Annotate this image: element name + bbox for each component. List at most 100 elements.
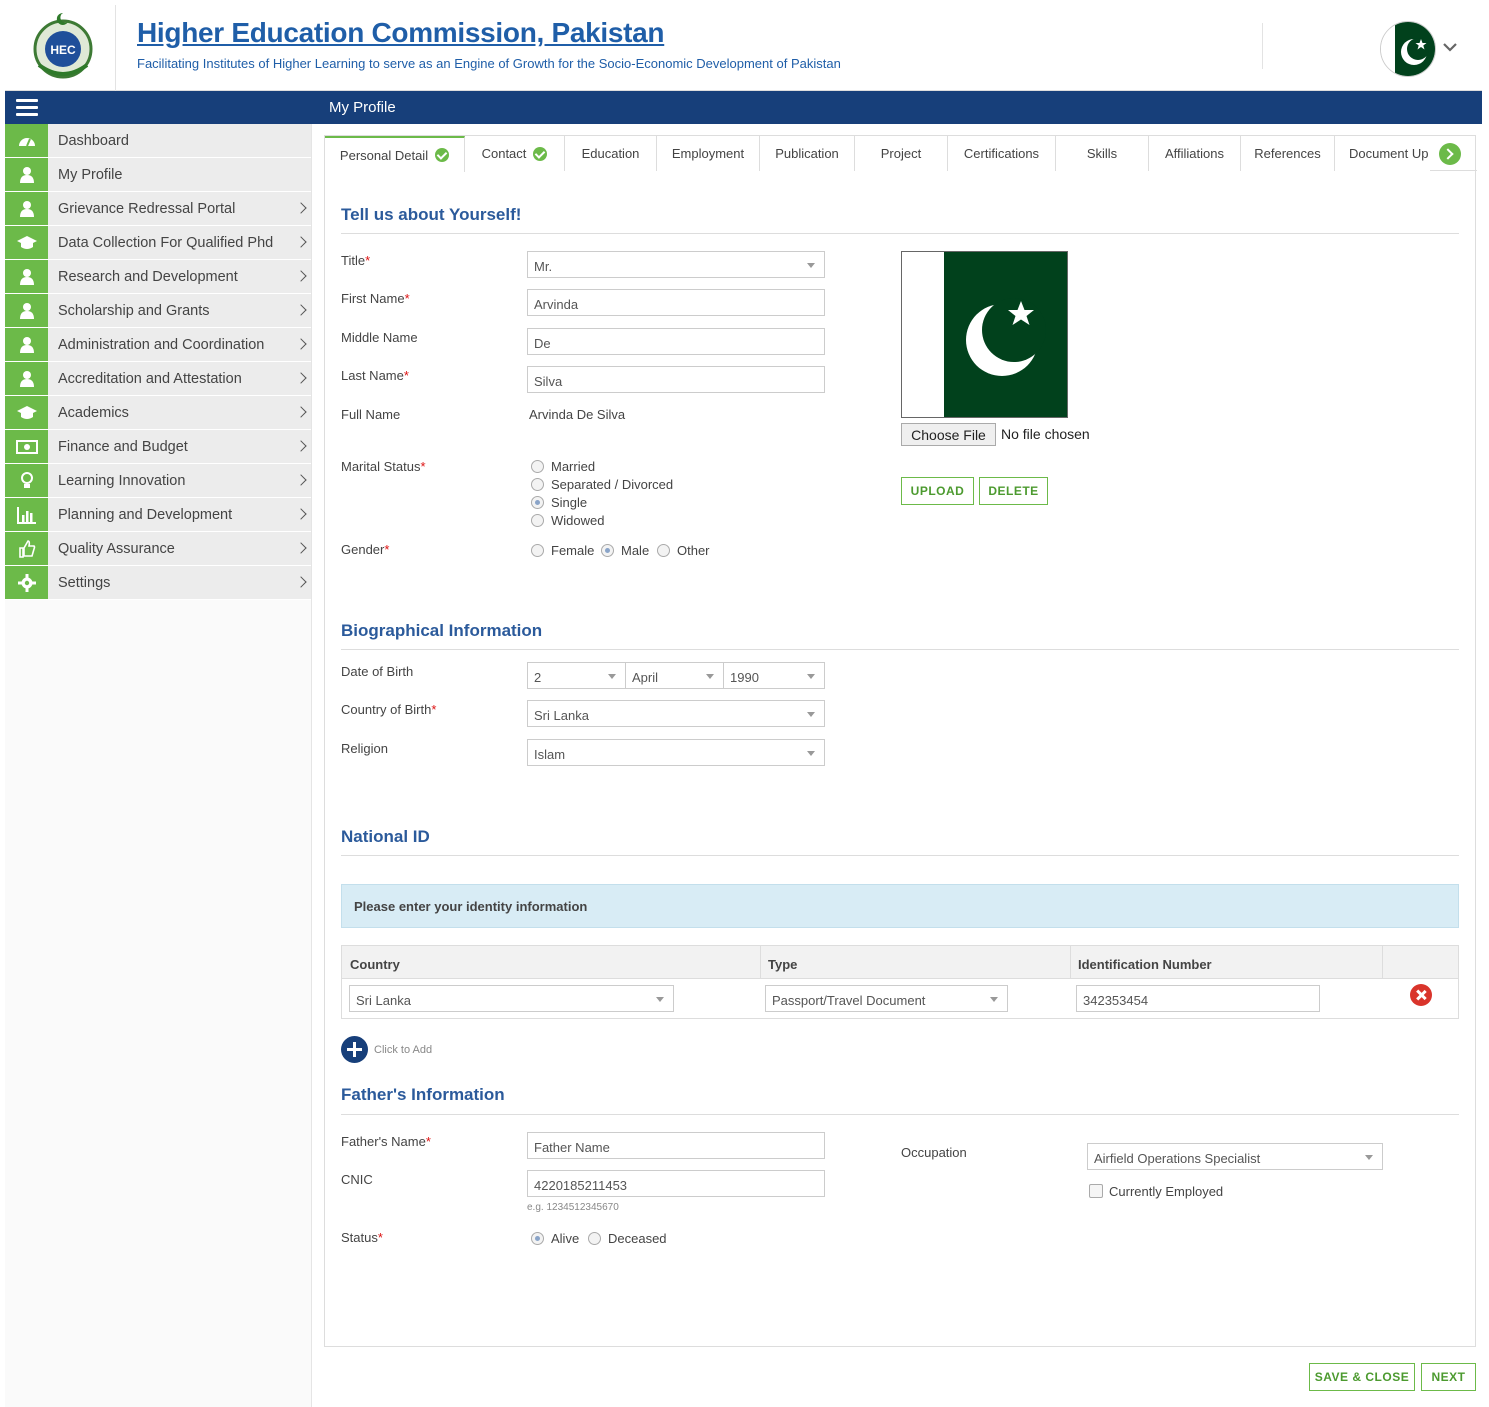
delete-button[interactable]: DELETE (979, 477, 1048, 505)
marital-radio-married[interactable] (531, 460, 544, 473)
marital-radio-separated-divorced[interactable] (531, 478, 544, 491)
page-title: My Profile (329, 99, 396, 116)
section-father-heading: Father's Information (341, 1085, 505, 1104)
marital-status-label: Marital Status* (341, 459, 426, 474)
remove-row-icon[interactable] (1410, 984, 1432, 1006)
identity-country-select[interactable]: Sri Lanka (349, 985, 674, 1012)
identity-type-select[interactable]: Passport/Travel Document (765, 985, 1008, 1012)
sidebar-item-my-profile[interactable]: My Profile (5, 158, 311, 192)
cnic-input[interactable]: 4220185211453 (527, 1170, 825, 1197)
thumbs-up-icon (5, 532, 48, 565)
identity-info-banner: Please enter your identity information (341, 884, 1459, 928)
gender-radio-other[interactable] (657, 544, 670, 557)
identity-table: Country Type Identification Number Sri L… (341, 945, 1459, 1019)
full-name-value: Arvinda De Silva (529, 407, 626, 422)
dob-month-select[interactable]: April (625, 662, 724, 689)
click-to-add-link[interactable]: Click to Add (374, 1044, 432, 1056)
fstatus-radio-deceased[interactable] (588, 1232, 601, 1245)
sidebar-item-quality-assurance[interactable]: Quality Assurance (5, 532, 311, 566)
site-title-link[interactable]: Higher Education Commission, Pakistan (137, 17, 665, 49)
sidebar-item-label: Finance and Budget (58, 439, 188, 455)
father-name-input[interactable]: Father Name (527, 1132, 825, 1159)
next-button[interactable]: NEXT (1421, 1363, 1476, 1391)
tab-project[interactable]: Project (855, 136, 948, 171)
sidebar-item-academics[interactable]: Academics (5, 396, 311, 430)
sidebar-item-label: Dashboard (58, 133, 129, 149)
choose-file-button[interactable]: Choose File (901, 423, 996, 446)
chevron-down-icon[interactable] (1442, 39, 1458, 55)
sidebar-item-planning-and-development[interactable]: Planning and Development (5, 498, 311, 532)
gear-icon (5, 566, 48, 599)
tab-certifications[interactable]: Certifications (948, 136, 1056, 171)
tab-label: Certifications (963, 146, 1040, 161)
sidebar-item-dashboard[interactable]: Dashboard (5, 124, 311, 158)
money-icon (5, 430, 48, 463)
last-name-input[interactable]: Silva (527, 366, 825, 393)
middle-name-input[interactable]: De (527, 328, 825, 355)
chevron-right-icon (295, 202, 307, 214)
sidebar-item-settings[interactable]: Settings (5, 566, 311, 600)
title-select[interactable]: Mr. (527, 251, 825, 278)
sidebar-item-accreditation-and-attestation[interactable]: Accreditation and Attestation (5, 362, 311, 396)
chevron-right-icon (295, 406, 307, 418)
marital-radio-single[interactable] (531, 496, 544, 509)
pakistan-flag-icon (1381, 22, 1435, 76)
first-name-input[interactable]: Arvinda (527, 289, 825, 316)
sidebar-item-data-collection-for-qualified-phd[interactable]: Data Collection For Qualified Phd (5, 226, 311, 260)
tab-references[interactable]: References (1241, 136, 1335, 171)
tab-label: References (1254, 146, 1321, 161)
hamburger-menu-icon[interactable] (16, 99, 38, 117)
currently-employed-checkbox[interactable] (1089, 1184, 1103, 1198)
chevron-right-icon (295, 474, 307, 486)
sidebar-item-label: Scholarship and Grants (58, 303, 210, 319)
tab-label: Project (880, 146, 922, 161)
sidebar-item-grievance-redressal-portal[interactable]: Grievance Redressal Portal (5, 192, 311, 226)
religion-select[interactable]: Islam (527, 739, 825, 766)
sidebar-item-finance-and-budget[interactable]: Finance and Budget (5, 430, 311, 464)
tab-education[interactable]: Education (565, 136, 657, 171)
tab-personal-detail[interactable]: Personal Detail (325, 136, 465, 172)
tabs-next-arrow-icon[interactable] (1439, 143, 1461, 165)
chevron-right-icon (295, 440, 307, 452)
sidebar-item-administration-and-coordination[interactable]: Administration and Coordination (5, 328, 311, 362)
sidebar-item-research-and-development[interactable]: Research and Development (5, 260, 311, 294)
col-divider (1070, 946, 1071, 979)
user-icon (5, 192, 48, 225)
upload-button[interactable]: UPLOAD (901, 477, 974, 505)
sidebar-item-scholarship-and-grants[interactable]: Scholarship and Grants (5, 294, 311, 328)
gender-radio-female[interactable] (531, 544, 544, 557)
tab-skills[interactable]: Skills (1056, 136, 1149, 171)
sidebar-item-label: Settings (58, 575, 111, 591)
sidebar-item-learning-innovation[interactable]: Learning Innovation (5, 464, 311, 498)
religion-label: Religion (341, 741, 388, 756)
user-avatar[interactable] (1380, 21, 1436, 77)
hec-logo-icon[interactable]: HEC (27, 9, 99, 83)
tab-employment[interactable]: Employment (657, 136, 760, 171)
cnic-label: CNIC (341, 1172, 373, 1187)
tab-document-up[interactable]: Document Up (1335, 136, 1430, 171)
add-row-icon[interactable] (341, 1036, 368, 1063)
profile-tabs: Document Up References Affiliations Skills C… (325, 136, 1477, 172)
tab-publication[interactable]: Publication (760, 136, 855, 171)
save-close-button[interactable]: SAVE & CLOSE (1309, 1363, 1415, 1391)
fstatus-radio-alive[interactable] (531, 1232, 544, 1245)
tab-label: Affiliations (1164, 146, 1224, 161)
identity-number-input[interactable]: 342353454 (1076, 985, 1320, 1012)
tab-affiliations[interactable]: Affiliations (1149, 136, 1241, 171)
gender-option-label: Male (621, 543, 650, 558)
header-divider (115, 5, 116, 91)
gender-label: Gender* (341, 542, 390, 557)
dob-year-select[interactable]: 1990 (723, 662, 825, 689)
chevron-right-icon (295, 576, 307, 588)
chevron-right-icon (295, 304, 307, 316)
last-name-label: Last Name* (341, 368, 409, 383)
tab-contact[interactable]: Contact (465, 136, 565, 171)
section-divider (341, 233, 1459, 234)
marital-option-label: Widowed (551, 513, 605, 528)
dob-day-select[interactable]: 2 (527, 662, 626, 689)
gender-radio-male[interactable] (601, 544, 614, 557)
marital-radio-widowed[interactable] (531, 514, 544, 527)
country-of-birth-label: Country of Birth* (341, 702, 437, 717)
occupation-select[interactable]: Airfield Operations Specialist (1087, 1143, 1383, 1170)
country-of-birth-select[interactable]: Sri Lanka (527, 700, 825, 727)
